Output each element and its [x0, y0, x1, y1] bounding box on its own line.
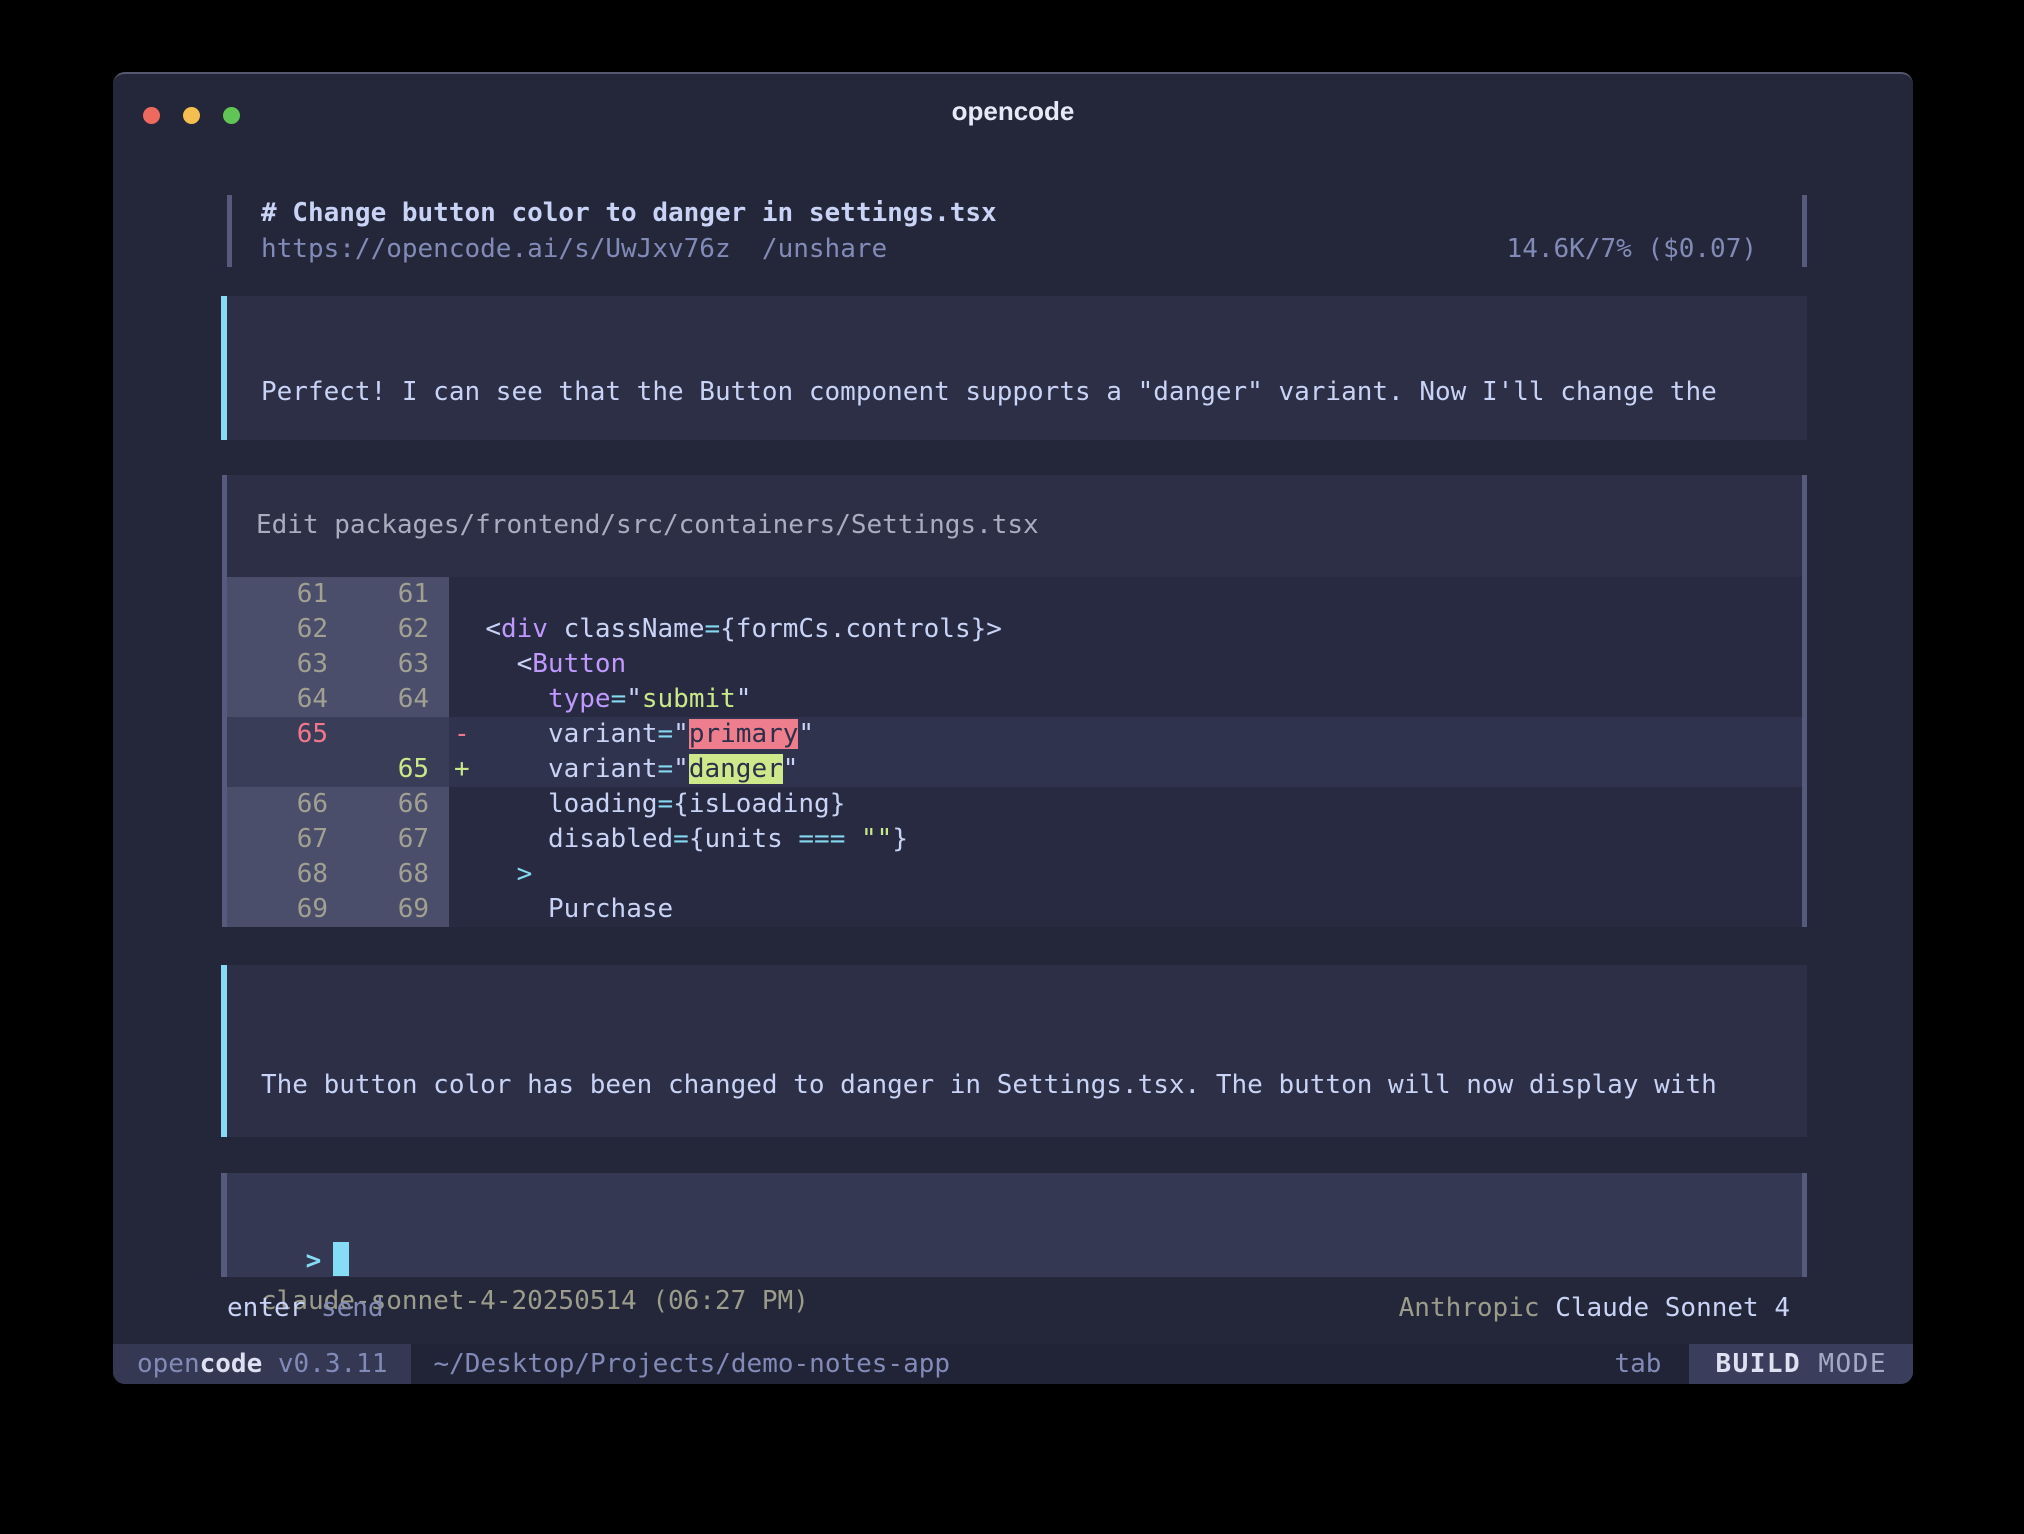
send-hint: enter send — [227, 1290, 384, 1326]
enter-key-hint: enter — [227, 1293, 305, 1323]
new-line-number: 68 — [328, 857, 449, 892]
old-line-number: 67 — [227, 822, 328, 857]
diff-code-line: + variant="danger" — [449, 752, 1802, 787]
working-directory: ~/Desktop/Projects/demo-notes-app — [433, 1344, 950, 1384]
prompt-chevron: > — [306, 1246, 322, 1276]
diff-row: 6363 <Button — [227, 647, 1802, 682]
diff-row: 65+ variant="danger" — [227, 752, 1802, 787]
new-line-number: 66 — [328, 787, 449, 822]
old-line-number: 64 — [227, 682, 328, 717]
prompt-input[interactable]: > — [221, 1173, 1807, 1277]
edit-header: Edit packages/frontend/src/containers/Se… — [227, 475, 1802, 543]
app-name-code: code — [200, 1349, 263, 1379]
new-line-number — [328, 717, 449, 752]
app-window: opencode # Change button color to danger… — [113, 72, 1913, 1384]
mode-name: BUILD — [1715, 1349, 1801, 1379]
mode-suffix: MODE — [1818, 1349, 1887, 1379]
new-line-number: 65 — [328, 752, 449, 787]
title-bar: opencode — [113, 74, 1913, 144]
diff-code-line: type="submit" — [449, 682, 1802, 717]
app-version — [262, 1349, 278, 1379]
edit-file-path: packages/frontend/src/containers/Setting… — [334, 510, 1038, 540]
diff-code-line — [449, 577, 1802, 612]
new-line-number: 62 — [328, 612, 449, 647]
status-bar: opencode v0.3.11 ~/Desktop/Projects/demo… — [113, 1344, 1913, 1384]
diff-code-line: <div className={formCs.controls}> — [449, 612, 1802, 647]
edit-action-label: Edit — [256, 510, 319, 540]
diff-code-line: Purchase — [449, 892, 1802, 927]
app-version-segment: opencode v0.3.11 — [113, 1344, 411, 1384]
message-line: The button color has been changed to dan… — [261, 1067, 1807, 1103]
app-name-open: open — [137, 1349, 200, 1379]
session-title: # Change button color to danger in setti… — [261, 195, 1757, 231]
old-line-number: 63 — [227, 647, 328, 682]
old-line-number: 68 — [227, 857, 328, 892]
new-line-number: 69 — [328, 892, 449, 927]
diff-row: 6161 — [227, 577, 1802, 612]
diff-row: 6262 <div className={formCs.controls}> — [227, 612, 1802, 647]
diff-row: 6969 Purchase — [227, 892, 1802, 927]
share-line: https://opencode.ai/s/UwJxv76z /unshare — [261, 231, 887, 267]
old-line-number — [227, 752, 328, 787]
diff-row: 6464 type="submit" — [227, 682, 1802, 717]
statusbar-spacer — [950, 1344, 1614, 1384]
unshare-command[interactable]: /unshare — [762, 234, 887, 264]
diff-row: 6868 > — [227, 857, 1802, 892]
window-title: opencode — [113, 96, 1913, 127]
diff-code-line: - variant="primary" — [449, 717, 1802, 752]
diff-code-line: loading={isLoading} — [449, 787, 1802, 822]
diff-code-line: > — [449, 857, 1802, 892]
session-header: # Change button color to danger in setti… — [227, 195, 1807, 267]
old-line-number: 66 — [227, 787, 328, 822]
old-line-number: 69 — [227, 892, 328, 927]
new-line-number: 63 — [328, 647, 449, 682]
model-name: Claude Sonnet 4 — [1555, 1293, 1790, 1323]
diff-row: 65 - variant="primary" — [227, 717, 1802, 752]
model-indicator: Anthropic Claude Sonnet 4 — [1399, 1290, 1790, 1326]
share-url[interactable]: https://opencode.ai/s/UwJxv76z — [261, 234, 731, 264]
old-line-number: 62 — [227, 612, 328, 647]
diff-rows: 6161 6262 <div className={formCs.control… — [227, 577, 1802, 927]
new-line-number: 67 — [328, 822, 449, 857]
new-line-number: 64 — [328, 682, 449, 717]
send-label: send — [321, 1293, 384, 1323]
token-cost-stats: 14.6K/7% ($0.07) — [1507, 231, 1757, 267]
assistant-message: The button color has been changed to dan… — [221, 965, 1807, 1137]
assistant-message: Perfect! I can see that the Button compo… — [221, 296, 1807, 440]
old-line-number: 65 — [227, 717, 328, 752]
hint-row: enter send Anthropic Claude Sonnet 4 — [221, 1290, 1807, 1326]
diff-row: 6666 loading={isLoading} — [227, 787, 1802, 822]
new-line-number: 61 — [328, 577, 449, 612]
diff-row: 6767 disabled={units === ""} — [227, 822, 1802, 857]
mode-toggle[interactable]: BUILD MODE — [1689, 1344, 1913, 1384]
provider-name: Anthropic — [1399, 1293, 1540, 1323]
diff-code-line: disabled={units === ""} — [449, 822, 1802, 857]
message-line: Perfect! I can see that the Button compo… — [261, 374, 1807, 410]
edit-tool-card: Edit packages/frontend/src/containers/Se… — [222, 475, 1807, 927]
diff-code-line: <Button — [449, 647, 1802, 682]
old-line-number: 61 — [227, 577, 328, 612]
version-number: v0.3.11 — [278, 1349, 388, 1379]
text-cursor — [333, 1242, 349, 1276]
tab-key-hint: tab — [1614, 1344, 1661, 1384]
